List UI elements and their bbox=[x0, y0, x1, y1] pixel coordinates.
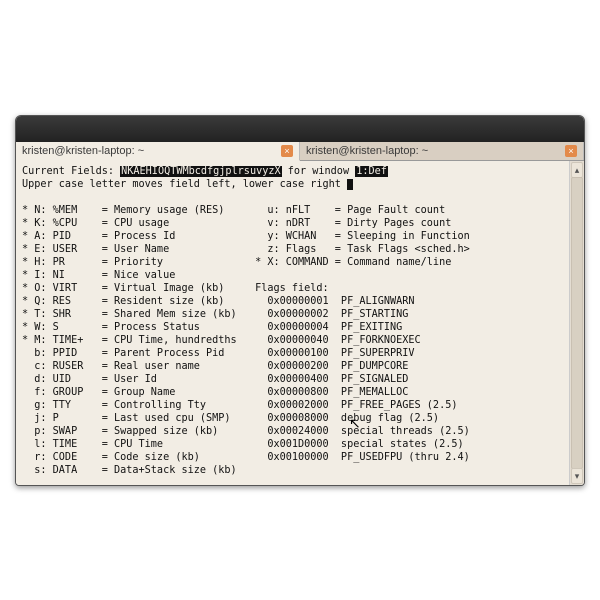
window-id: 1:Def bbox=[355, 166, 388, 177]
scroll-down-icon[interactable]: ▾ bbox=[571, 468, 583, 484]
field-row: * K: %CPU = CPU usage v: nDRT = Dirty Pa… bbox=[22, 218, 451, 229]
text-cursor bbox=[347, 179, 353, 190]
field-row: * E: USER = User Name z: Flags = Task Fl… bbox=[22, 244, 470, 255]
terminal-window: kristen@kristen-laptop: ~ × kristen@kris… bbox=[15, 115, 585, 486]
field-row: b: PPID = Parent Process Pid 0x00000100 … bbox=[22, 348, 415, 359]
field-row: p: SWAP = Swapped size (kb) 0x00024000 s… bbox=[22, 426, 470, 437]
close-icon[interactable]: × bbox=[565, 145, 577, 157]
field-row: f: GROUP = Group Name 0x00000800 PF_MEMA… bbox=[22, 387, 408, 398]
field-row: s: DATA = Data+Stack size (kb) bbox=[22, 465, 255, 476]
for-window-label: for window bbox=[282, 166, 356, 177]
field-row: l: TIME = CPU Time 0x001D0000 special st… bbox=[22, 439, 464, 450]
scrollbar[interactable]: ▴ ▾ bbox=[569, 161, 584, 485]
close-icon[interactable]: × bbox=[281, 145, 293, 157]
current-fields-label: Current Fields: bbox=[22, 166, 120, 177]
field-row: * H: PR = Priority * X: COMMAND = Comman… bbox=[22, 257, 451, 268]
scroll-thumb[interactable] bbox=[571, 177, 583, 469]
field-row: * W: S = Process Status 0x00000004 PF_EX… bbox=[22, 322, 402, 333]
field-row: j: P = Last used cpu (SMP) 0x00008000 de… bbox=[22, 413, 439, 424]
tab-bar: kristen@kristen-laptop: ~ × kristen@kris… bbox=[16, 142, 584, 161]
tab-title: kristen@kristen-laptop: ~ bbox=[22, 145, 277, 157]
field-row: * T: SHR = Shared Mem size (kb) 0x000000… bbox=[22, 309, 408, 320]
field-row: d: UID = User Id 0x00000400 PF_SIGNALED bbox=[22, 374, 408, 385]
field-row: * I: NI = Nice value bbox=[22, 270, 255, 281]
field-row: * O: VIRT = Virtual Image (kb) Flags fie… bbox=[22, 283, 329, 294]
terminal-tab-2[interactable]: kristen@kristen-laptop: ~ × bbox=[300, 142, 584, 160]
window-titlebar[interactable] bbox=[16, 116, 584, 142]
current-fields-value: NKAEHIOQTWMbcdfgjplrsuvyzX bbox=[120, 166, 281, 177]
field-row: * N: %MEM = Memory usage (RES) u: nFLT =… bbox=[22, 205, 445, 216]
field-row: * A: PID = Process Id y: WCHAN = Sleepin… bbox=[22, 231, 470, 242]
field-row: c: RUSER = Real user name 0x00000200 PF_… bbox=[22, 361, 408, 372]
instruction-text: Upper case letter moves field left, lowe… bbox=[22, 179, 347, 190]
terminal-output[interactable]: Current Fields: NKAEHIOQTWMbcdfgjplrsuvy… bbox=[16, 161, 569, 485]
field-row: * Q: RES = Resident size (kb) 0x00000001… bbox=[22, 296, 415, 307]
field-row: r: CODE = Code size (kb) 0x00100000 PF_U… bbox=[22, 452, 470, 463]
field-row: g: TTY = Controlling Tty 0x00002000 PF_F… bbox=[22, 400, 457, 411]
field-row: * M: TIME+ = CPU Time, hundredths 0x0000… bbox=[22, 335, 421, 346]
tab-title: kristen@kristen-laptop: ~ bbox=[306, 145, 561, 157]
scroll-up-icon[interactable]: ▴ bbox=[571, 162, 583, 178]
terminal-tab-1[interactable]: kristen@kristen-laptop: ~ × bbox=[16, 142, 300, 161]
